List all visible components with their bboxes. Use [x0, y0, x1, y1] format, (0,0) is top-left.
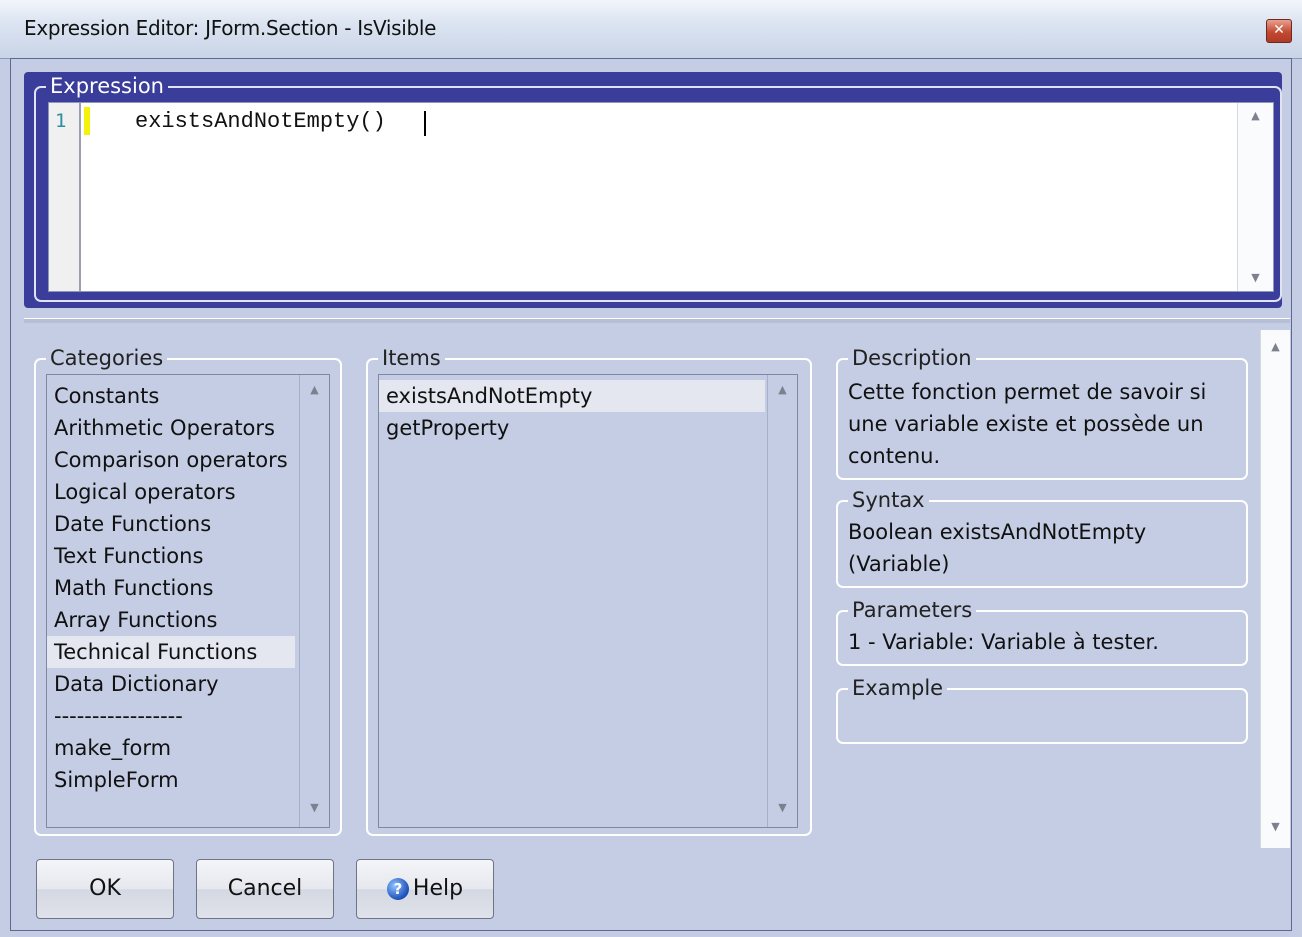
cancel-button[interactable]: Cancel	[196, 859, 334, 919]
categories-list-item[interactable]: Comparison operators	[47, 444, 295, 476]
parameters-label: Parameters	[848, 598, 977, 622]
categories-list-item[interactable]: Arithmetic Operators	[47, 412, 295, 444]
parameters-group: Parameters 1 - Variable: Variable à test…	[836, 598, 1248, 666]
expression-label: Expression	[46, 74, 168, 98]
syntax-line: Boolean existsAndNotEmpty	[848, 520, 1147, 544]
description-line: Cette fonction permet de savoir si	[848, 380, 1207, 404]
categories-list-item[interactable]: Technical Functions	[47, 636, 295, 668]
expression-editor[interactable]: 1 existsAndNotEmpty() ▲ ▼	[48, 102, 1274, 292]
arrow-up-icon[interactable]: ▲	[1261, 340, 1290, 353]
categories-list-item[interactable]: -----------------	[47, 700, 295, 732]
syntax-label: Syntax	[848, 488, 929, 512]
example-label: Example	[848, 676, 948, 700]
items-list-item[interactable]: getProperty	[379, 412, 765, 444]
arrow-up-icon[interactable]: ▲	[1238, 109, 1273, 122]
categories-list-item[interactable]: Array Functions	[47, 604, 295, 636]
description-line: une variable existe et possède un	[848, 412, 1204, 436]
example-group: Example	[836, 676, 1248, 744]
window-title: Expression Editor: JForm.Section - IsVis…	[24, 16, 437, 40]
arrow-down-icon[interactable]: ▼	[1261, 820, 1290, 833]
close-icon: ✕	[1273, 22, 1285, 38]
text-caret	[424, 111, 426, 136]
help-label: Help	[412, 876, 464, 901]
categories-list-item[interactable]: Logical operators	[47, 476, 295, 508]
close-button[interactable]: ✕	[1266, 19, 1292, 43]
ok-label: OK	[89, 876, 121, 901]
categories-list-item[interactable]: make_form	[47, 732, 295, 764]
change-marker	[84, 107, 90, 135]
parameters-line: 1 - Variable: Variable à tester.	[848, 630, 1159, 654]
items-label: Items	[378, 346, 445, 370]
arrow-down-icon[interactable]: ▼	[1238, 271, 1273, 284]
syntax-line: (Variable)	[848, 552, 950, 576]
description-label: Description	[848, 346, 976, 370]
items-list[interactable]: existsAndNotEmpty getProperty ▲ ▼	[378, 374, 798, 828]
categories-list-item[interactable]: Data Dictionary	[47, 668, 295, 700]
categories-label: Categories	[46, 346, 168, 370]
line-number-gutter: 1	[49, 103, 81, 291]
categories-list-item[interactable]: SimpleForm	[47, 764, 295, 796]
panel-splitter[interactable]	[24, 318, 1290, 323]
categories-list-item[interactable]: Text Functions	[47, 540, 295, 572]
ok-button[interactable]: OK	[36, 859, 174, 919]
categories-list-item[interactable]: Math Functions	[47, 572, 295, 604]
categories-list-item[interactable]: Constants	[47, 380, 295, 412]
help-icon: ?	[386, 878, 409, 900]
arrow-up-icon[interactable]: ▲	[768, 383, 797, 396]
editor-scrollbar[interactable]: ▲ ▼	[1237, 103, 1273, 291]
code-line[interactable]: existsAndNotEmpty()	[135, 109, 386, 134]
details-scrollbar[interactable]: ▲ ▼	[1260, 330, 1290, 848]
title-bar: Expression Editor: JForm.Section - IsVis…	[0, 0, 1302, 59]
categories-scrollbar[interactable]: ▲ ▼	[299, 375, 329, 827]
cancel-label: Cancel	[227, 876, 303, 901]
description-group: Description Cette fonction permet de sav…	[836, 346, 1248, 480]
items-list-item[interactable]: existsAndNotEmpty	[379, 380, 765, 412]
syntax-group: Syntax Boolean existsAndNotEmpty (Variab…	[836, 488, 1248, 588]
help-button[interactable]: ? Help	[356, 859, 494, 919]
description-line: contenu.	[848, 444, 941, 468]
arrow-up-icon[interactable]: ▲	[300, 383, 329, 396]
categories-list[interactable]: Constants Arithmetic Operators Comparison …	[46, 374, 330, 828]
line-number: 1	[55, 110, 67, 132]
items-scrollbar[interactable]: ▲ ▼	[767, 375, 797, 827]
arrow-down-icon[interactable]: ▼	[300, 801, 329, 814]
arrow-down-icon[interactable]: ▼	[768, 801, 797, 814]
categories-list-item[interactable]: Date Functions	[47, 508, 295, 540]
